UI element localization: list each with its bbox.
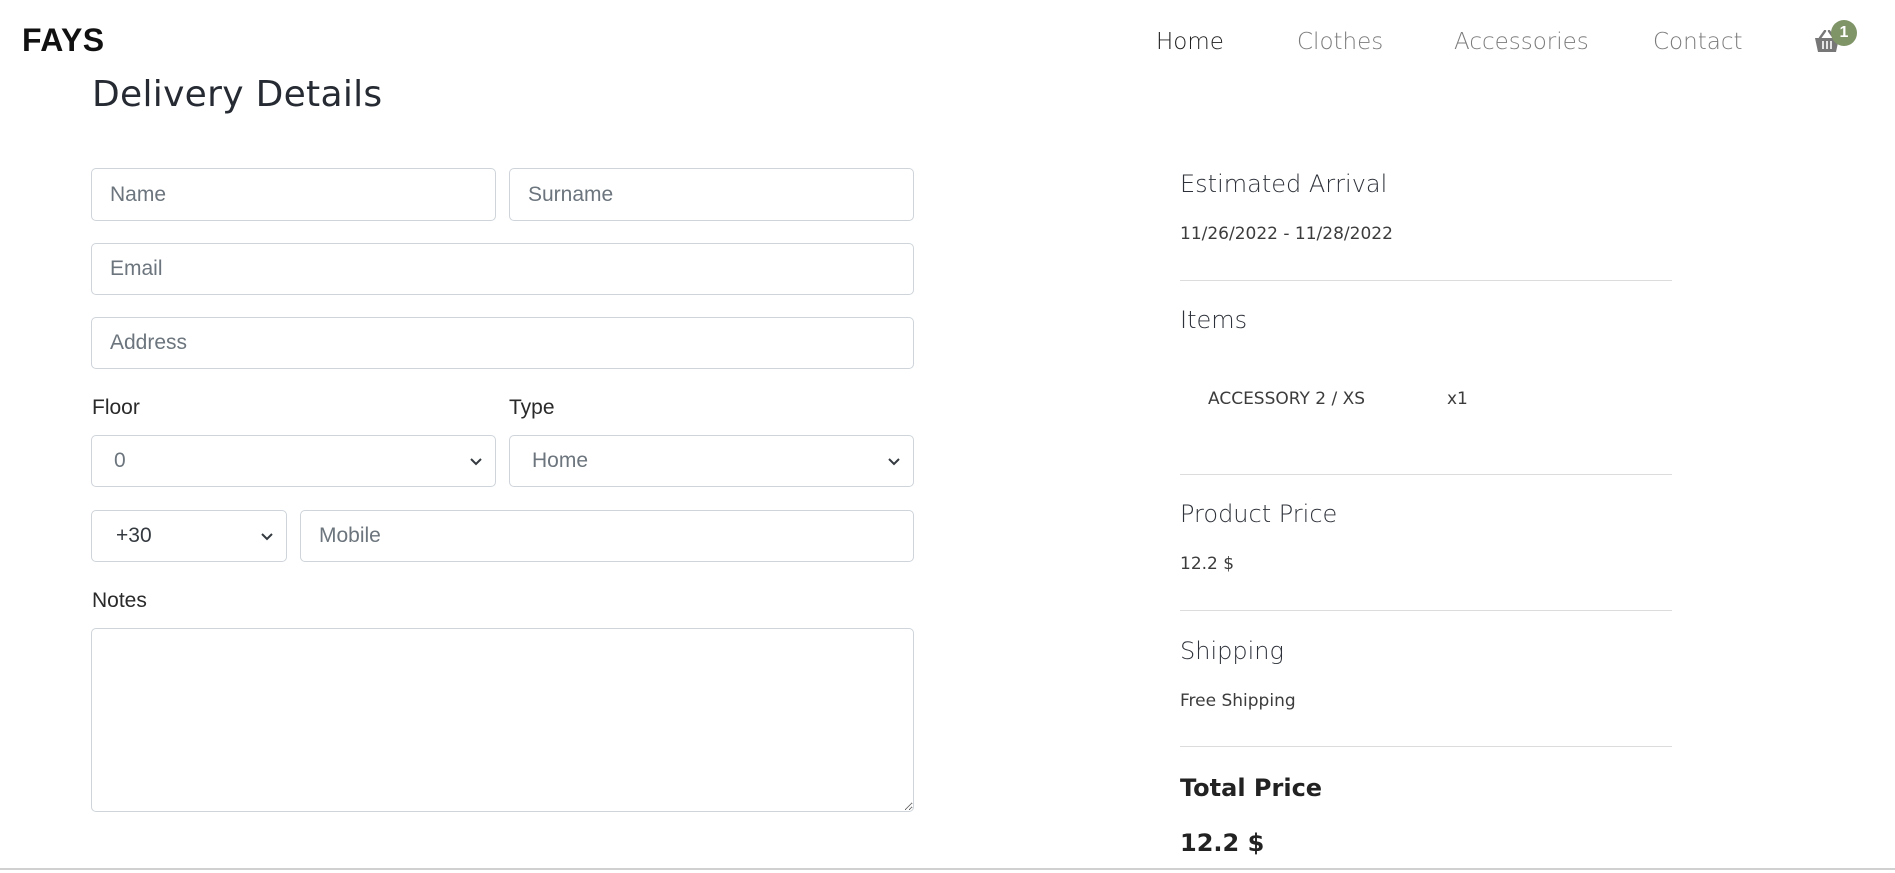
surname-input[interactable]	[509, 168, 914, 221]
notes-textarea[interactable]	[91, 628, 914, 812]
footer-divider	[0, 868, 1895, 870]
items-title: Items	[1180, 306, 1248, 334]
estimated-arrival-value: 11/26/2022 - 11/28/2022	[1180, 224, 1393, 244]
mobile-input[interactable]	[300, 510, 914, 562]
chevron-down-icon	[888, 458, 900, 466]
nav-link-contact[interactable]: Contact	[1653, 29, 1742, 55]
divider	[1180, 280, 1672, 281]
divider	[1180, 746, 1672, 747]
address-input[interactable]	[91, 317, 914, 369]
total-price-value: 12.2 $	[1180, 829, 1265, 857]
chevron-down-icon	[261, 533, 273, 541]
notes-label: Notes	[92, 589, 147, 612]
product-price-value: 12.2 $	[1180, 554, 1235, 574]
name-input[interactable]	[91, 168, 496, 221]
floor-select-value: 0	[114, 449, 126, 472]
navbar: FAYS Home Clothes Accessories Contact 1	[0, 0, 1895, 84]
item-name: ACCESSORY 2 / XS	[1208, 389, 1366, 409]
floor-label: Floor	[92, 396, 140, 419]
cart-count-badge: 1	[1831, 20, 1857, 46]
shipping-title: Shipping	[1180, 637, 1284, 665]
type-label: Type	[509, 396, 555, 419]
product-price-title: Product Price	[1180, 500, 1338, 528]
country-code-value: +30	[116, 524, 152, 547]
type-select-value: Home	[532, 449, 589, 472]
nav-link-clothes[interactable]: Clothes	[1297, 29, 1383, 55]
divider	[1180, 474, 1672, 475]
shipping-value: Free Shipping	[1180, 691, 1296, 711]
cart-button[interactable]: 1	[1813, 20, 1857, 60]
email-input[interactable]	[91, 243, 914, 295]
page-title: Delivery Details	[92, 74, 383, 115]
country-code-select[interactable]: +30	[91, 510, 287, 562]
total-price-title: Total Price	[1180, 774, 1323, 802]
chevron-down-icon	[470, 458, 482, 466]
estimated-arrival-title: Estimated Arrival	[1180, 170, 1388, 198]
nav-link-accessories[interactable]: Accessories	[1454, 29, 1589, 55]
nav-link-home[interactable]: Home	[1156, 29, 1224, 55]
type-select[interactable]: Home	[509, 435, 914, 487]
divider	[1180, 610, 1672, 611]
floor-select[interactable]: 0	[91, 435, 496, 487]
brand-logo[interactable]: FAYS	[22, 22, 105, 59]
item-quantity: x1	[1447, 389, 1468, 409]
